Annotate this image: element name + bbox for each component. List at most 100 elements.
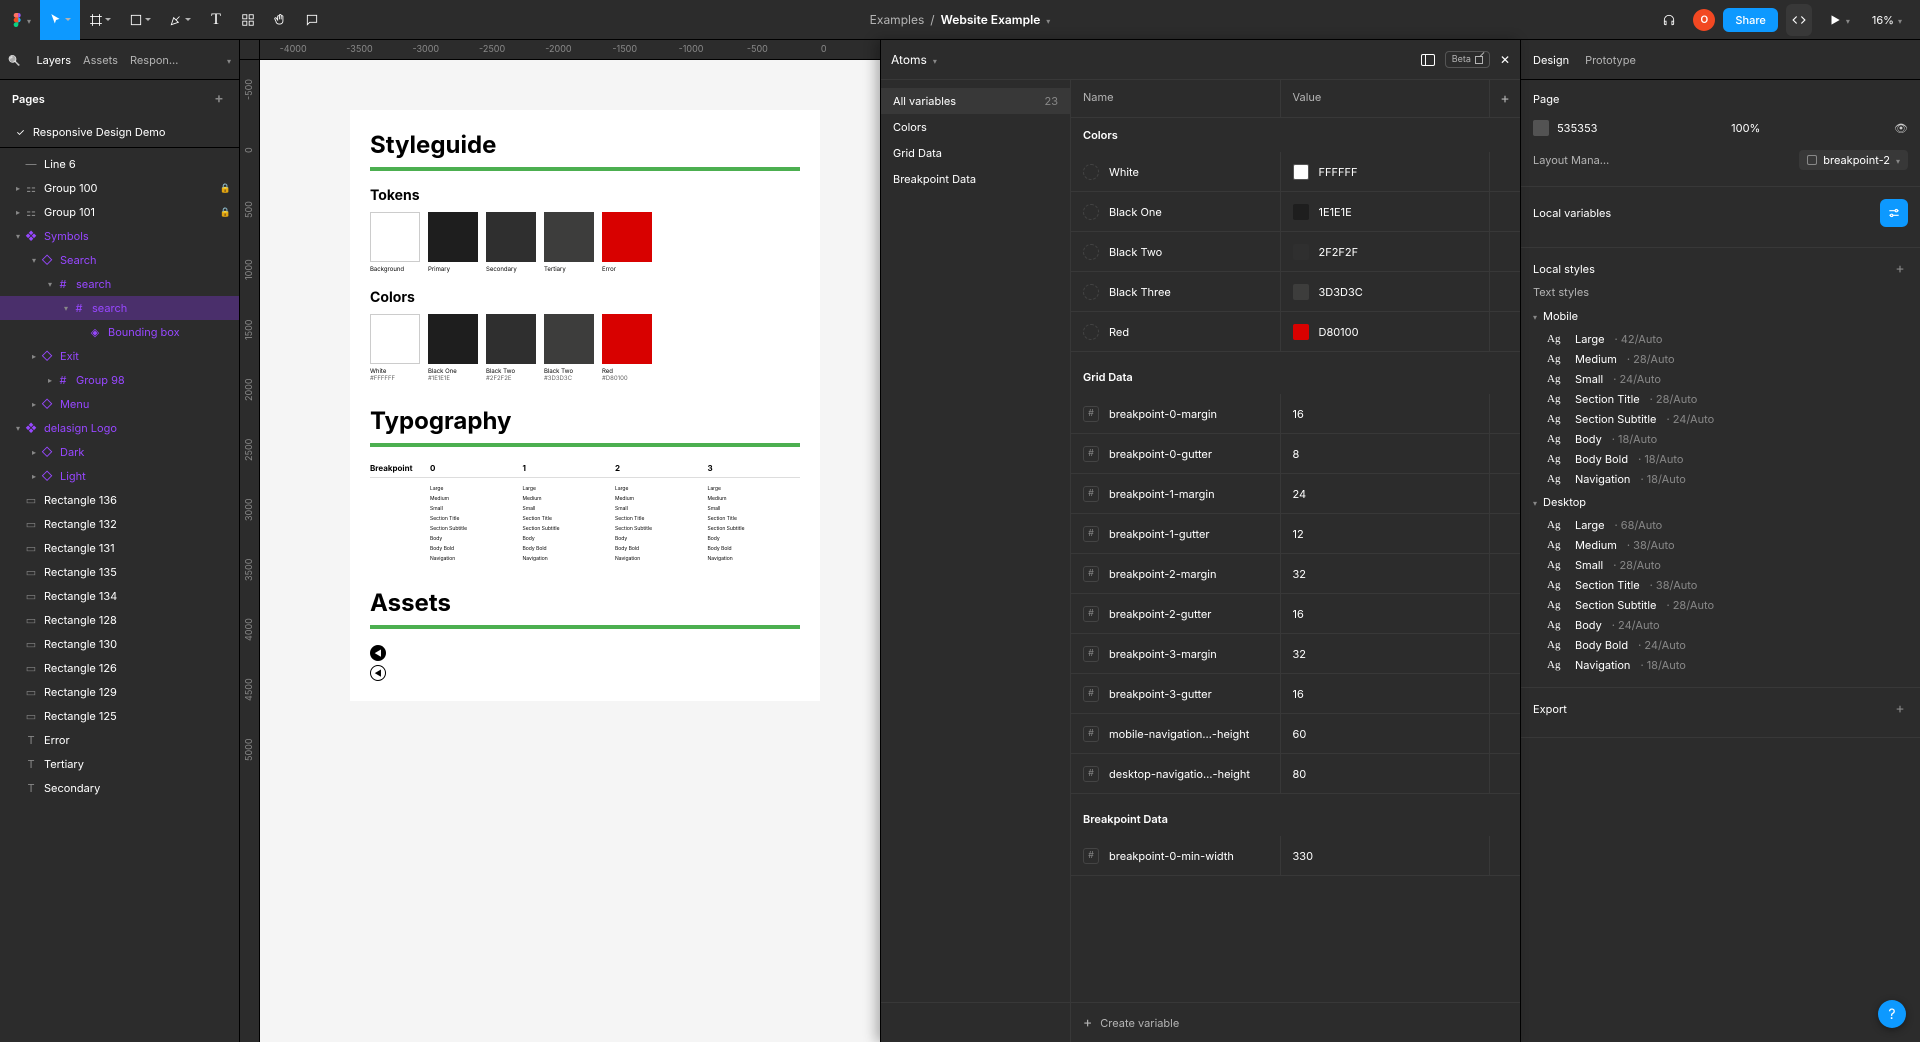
layer-row[interactable]: TTertiary	[0, 752, 239, 776]
variable-row[interactable]: Black Three3D3D3C	[1071, 272, 1520, 312]
layer-row[interactable]: ▭Rectangle 136	[0, 488, 239, 512]
variable-value[interactable]: 60	[1293, 727, 1307, 741]
breadcrumb-folder[interactable]: Examples	[870, 12, 925, 27]
variable-name[interactable]: breakpoint-1-gutter	[1109, 527, 1210, 541]
variable-row[interactable]: breakpoint-0-gutter 8	[1071, 434, 1520, 474]
collapse-toggle[interactable]: ▾	[44, 279, 56, 289]
layer-row[interactable]: ▭Rectangle 126	[0, 656, 239, 680]
close-panel-button[interactable]	[1500, 52, 1510, 67]
variable-value[interactable]: 330	[1293, 849, 1314, 863]
variable-name[interactable]: breakpoint-0-margin	[1109, 407, 1217, 421]
layer-row[interactable]: ▸⚏Group 101🔒	[0, 200, 239, 224]
tab-responsive[interactable]: Respon…	[130, 53, 178, 67]
layer-row[interactable]: ▸◇Exit	[0, 344, 239, 368]
breadcrumb[interactable]: Examples / Website Example	[870, 12, 1051, 27]
variable-value[interactable]: 12	[1293, 527, 1304, 541]
dev-mode-toggle[interactable]	[1786, 4, 1812, 36]
variable-row[interactable]: breakpoint-0-margin 16	[1071, 394, 1520, 434]
collapse-toggle[interactable]: ▾	[12, 231, 24, 241]
text-style-item[interactable]: AgNavigation · 18/Auto	[1533, 469, 1908, 489]
add-export-button[interactable]	[1892, 700, 1908, 717]
figma-menu-button[interactable]	[0, 0, 40, 40]
collapse-toggle[interactable]: ▾	[28, 255, 40, 265]
variable-name[interactable]: breakpoint-2-margin	[1109, 567, 1216, 581]
text-style-item[interactable]: AgLarge · 42/Auto	[1533, 329, 1908, 349]
text-style-item[interactable]: AgSmall · 24/Auto	[1533, 369, 1908, 389]
layer-row[interactable]: ▸◇Dark	[0, 440, 239, 464]
variable-value[interactable]: 80	[1293, 767, 1307, 781]
variable-row[interactable]: Black One1E1E1E	[1071, 192, 1520, 232]
collapse-toggle[interactable]: ▾	[60, 303, 72, 313]
layer-tree[interactable]: —Line 6▸⚏Group 100🔒▸⚏Group 101🔒▾❖Symbols…	[0, 148, 239, 1042]
comment-tool-button[interactable]	[296, 0, 328, 40]
layout-variable-pill[interactable]: breakpoint-2	[1799, 150, 1908, 170]
layer-row[interactable]: ▭Rectangle 131	[0, 536, 239, 560]
expand-toggle[interactable]: ▸	[12, 183, 24, 193]
variable-value[interactable]: 8	[1293, 447, 1300, 461]
breadcrumb-project[interactable]: Website Example	[941, 12, 1041, 27]
layer-row[interactable]: ▸#Group 98	[0, 368, 239, 392]
page-color-swatch[interactable]	[1533, 120, 1549, 136]
avatar[interactable]: O	[1693, 9, 1715, 31]
move-tool-button[interactable]	[40, 0, 80, 40]
layer-row[interactable]: ▸◇Light	[0, 464, 239, 488]
layer-row[interactable]: ▭Rectangle 134	[0, 584, 239, 608]
layer-row[interactable]: ▾❖Symbols	[0, 224, 239, 248]
lock-icon[interactable]: 🔒	[220, 207, 231, 218]
layer-row[interactable]: ▾❖delasign Logo	[0, 416, 239, 440]
visibility-toggle[interactable]	[1894, 121, 1908, 135]
expand-toggle[interactable]: ▸	[28, 351, 40, 361]
variables-table[interactable]: Name Value ColorsWhiteFFFFFFBlack One1E1…	[1071, 80, 1520, 1002]
variable-row[interactable]: breakpoint-2-gutter16	[1071, 594, 1520, 634]
zoom-dropdown[interactable]: 16%	[1866, 9, 1908, 31]
collapse-toggle[interactable]: ▾	[12, 423, 24, 433]
expand-toggle[interactable]: ▸	[28, 471, 40, 481]
variable-row[interactable]: WhiteFFFFFF	[1071, 152, 1520, 192]
tab-prototype[interactable]: Prototype	[1585, 53, 1636, 67]
variable-name[interactable]: Red	[1109, 325, 1129, 339]
variable-value[interactable]: D80100	[1319, 325, 1359, 339]
layer-row[interactable]: ▸⚏Group 100🔒	[0, 176, 239, 200]
expand-toggle[interactable]: ▸	[28, 399, 40, 409]
audio-button[interactable]	[1653, 4, 1685, 36]
variable-name[interactable]: Black One	[1109, 205, 1162, 219]
variable-name[interactable]: breakpoint-2-gutter	[1109, 607, 1211, 621]
add-page-button[interactable]	[211, 90, 227, 107]
text-tool-button[interactable]: T	[200, 0, 232, 40]
layer-row[interactable]: ▭Rectangle 128	[0, 608, 239, 632]
variable-value[interactable]: 32	[1293, 567, 1307, 581]
text-style-item[interactable]: AgSection Subtitle · 24/Auto	[1533, 409, 1908, 429]
layer-row[interactable]: TError	[0, 728, 239, 752]
variable-row[interactable]: breakpoint-1-gutter 12	[1071, 514, 1520, 554]
share-button[interactable]: Share	[1723, 8, 1777, 32]
text-style-item[interactable]: AgMedium · 38/Auto	[1533, 535, 1908, 555]
variable-name[interactable]: Black Two	[1109, 245, 1162, 259]
var-group-item[interactable]: Grid Data	[881, 140, 1070, 166]
tab-design[interactable]: Design	[1533, 53, 1569, 67]
variable-value[interactable]: FFFFFF	[1319, 165, 1358, 179]
variable-value[interactable]: 16	[1293, 407, 1304, 421]
variable-name[interactable]: desktop-navigatio…-height	[1109, 767, 1250, 781]
panel-layout-toggle[interactable]	[1421, 54, 1435, 66]
text-style-item[interactable]: AgBody · 24/Auto	[1533, 615, 1908, 635]
variable-row[interactable]: breakpoint-1-margin24	[1071, 474, 1520, 514]
add-mode-button[interactable]	[1490, 80, 1520, 117]
variable-name[interactable]: breakpoint-0-gutter	[1109, 447, 1212, 461]
variable-row[interactable]: breakpoint-3-gutter16	[1071, 674, 1520, 714]
text-style-item[interactable]: AgSmall · 28/Auto	[1533, 555, 1908, 575]
variable-value[interactable]: 24	[1293, 487, 1307, 501]
open-variables-button[interactable]	[1880, 199, 1908, 227]
var-group-all[interactable]: All variables 23	[881, 88, 1070, 114]
expand-toggle[interactable]: ▸	[44, 375, 56, 385]
text-style-item[interactable]: AgLarge · 68/Auto	[1533, 515, 1908, 535]
var-group-item[interactable]: Colors	[881, 114, 1070, 140]
layer-row[interactable]: ▭Rectangle 135	[0, 560, 239, 584]
variable-row[interactable]: breakpoint-0-min-width330	[1071, 836, 1520, 876]
search-layers-button[interactable]	[8, 53, 20, 67]
variable-value[interactable]: 2F2F2F	[1319, 245, 1359, 259]
shape-tool-button[interactable]	[120, 0, 160, 40]
layer-row[interactable]: ▾#search	[0, 296, 239, 320]
variable-row[interactable]: desktop-navigatio…-height 80	[1071, 754, 1520, 794]
layer-row[interactable]: ▸◇Menu	[0, 392, 239, 416]
add-style-button[interactable]	[1892, 260, 1908, 277]
